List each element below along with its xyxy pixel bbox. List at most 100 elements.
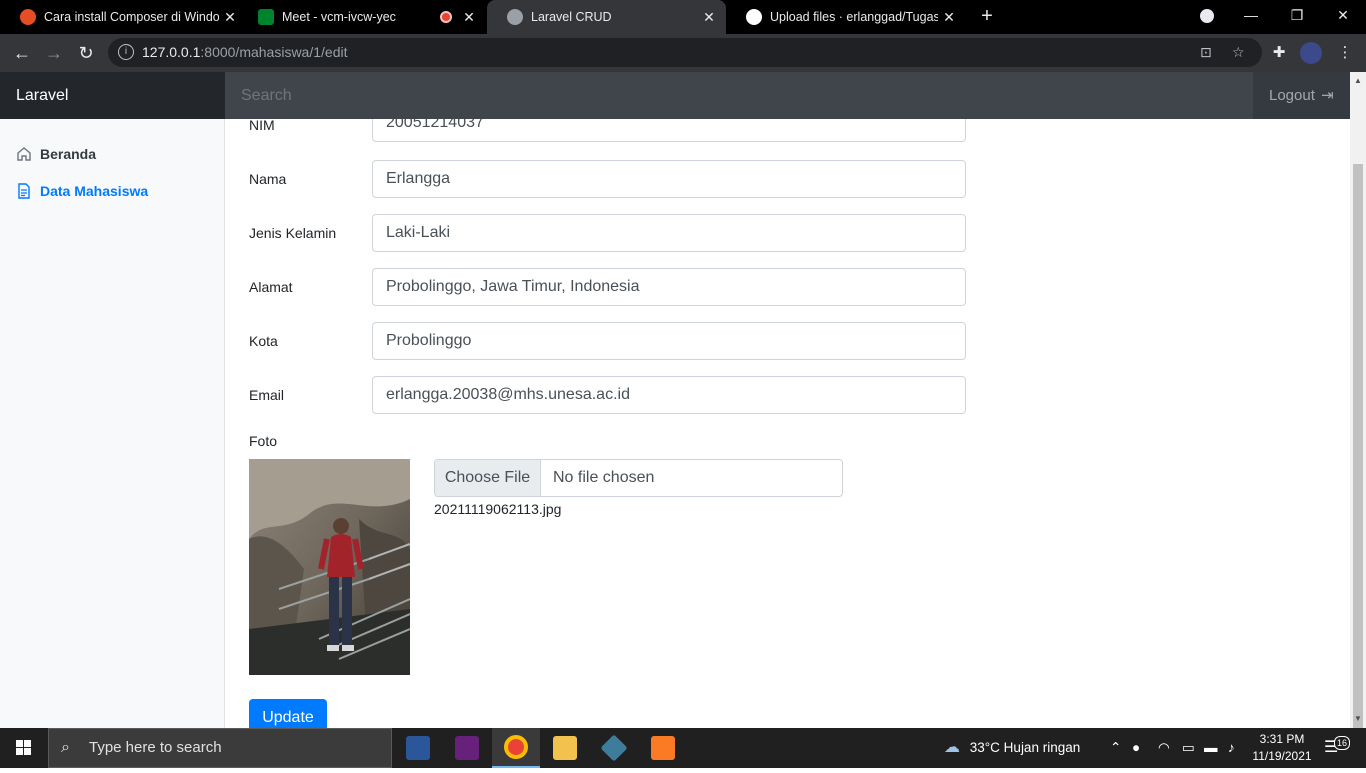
tab-title: Upload files · erlanggad/Tugas-7 <box>770 10 938 24</box>
app-navbar: Laravel Search Logout ⇥ <box>0 72 1350 119</box>
file-explorer-app-icon[interactable] <box>541 728 589 768</box>
wifi-icon[interactable]: ◠ <box>1158 728 1170 768</box>
clock-time: 3:31 PM <box>1259 732 1305 746</box>
volume-icon[interactable]: ♪ <box>1228 728 1235 768</box>
field-label: Nama <box>249 171 287 187</box>
site-info-icon[interactable]: i <box>118 44 134 60</box>
logout-icon: ⇥ <box>1321 87 1334 104</box>
student-photo <box>249 459 410 675</box>
bookmark-star-icon[interactable]: ☆ <box>1232 44 1245 61</box>
github-icon <box>746 9 762 25</box>
tab-title: Cara install Composer di Window <box>44 10 219 24</box>
browser-tab-2[interactable]: Meet - vcm-ivcw-yec ✕ <box>238 0 486 34</box>
form-row-kota: Kota Probolinggo <box>249 322 966 360</box>
close-tab-icon[interactable]: ✕ <box>458 9 480 26</box>
sidebar-item-label: Data Mahasiswa <box>40 183 149 199</box>
field-label: Alamat <box>249 279 293 295</box>
brand-logo[interactable]: Laravel <box>0 72 225 119</box>
kota-input[interactable]: Probolinggo <box>372 322 966 360</box>
show-hidden-icons-icon[interactable]: ⌃ <box>1110 728 1121 768</box>
email-input[interactable]: erlangga.20038@mhs.unesa.ac.id <box>372 376 966 414</box>
clock-date: 11/19/2021 <box>1252 749 1312 763</box>
extensions-icon[interactable]: ✚ <box>1268 42 1290 64</box>
form-row-nama: Nama Erlangga <box>249 160 966 198</box>
file-status: No file chosen <box>553 469 655 486</box>
current-filename: 20211119062113.jpg <box>434 501 562 517</box>
sidebar-item-label: Beranda <box>40 146 97 162</box>
weather-text: 33°C Hujan ringan <box>969 740 1081 755</box>
form-row-nim: NIM 20051214037 <box>249 119 966 142</box>
taskbar-search-placeholder: Type here to search <box>89 739 222 756</box>
browser-tab-1[interactable]: Cara install Composer di Window ✕ <box>0 0 247 34</box>
file-input[interactable]: Choose File No file chosen <box>434 459 843 497</box>
field-label: NIM <box>249 119 275 133</box>
address-bar[interactable]: i 127.0.0.1:8000/mahasiswa/1/edit ⊡ ☆ <box>108 38 1262 67</box>
word-app-icon[interactable] <box>394 728 442 768</box>
back-icon[interactable]: ← <box>10 41 34 65</box>
nama-input[interactable]: Erlangga <box>372 160 966 198</box>
foto-label: Foto <box>249 433 278 449</box>
form-row-alamat: Alamat Probolinggo, Jawa Timur, Indonesi… <box>249 268 966 306</box>
windows-start-button[interactable] <box>0 728 48 768</box>
sidebar-item-data-mahasiswa[interactable]: Data Mahasiswa <box>16 183 148 199</box>
browser-tab-3[interactable]: Laravel CRUD ✕ <box>487 0 726 34</box>
jenis-kelamin-input[interactable]: Laki-Laki <box>372 214 966 252</box>
forward-icon[interactable]: → <box>42 41 66 65</box>
visual-studio-app-icon[interactable] <box>443 728 491 768</box>
scroll-down-icon[interactable]: ▼ <box>1354 714 1362 723</box>
j-orange-icon <box>20 9 36 25</box>
logout-link[interactable]: Logout ⇥ <box>1253 72 1350 119</box>
search-icon: ⌕ <box>61 739 70 756</box>
main-content: NIM 20051214037 Nama Erlangga Jenis Kela… <box>226 119 1350 728</box>
nim-input[interactable]: 20051214037 <box>372 119 966 142</box>
update-button[interactable]: Update <box>249 699 327 728</box>
new-tab-button[interactable]: + <box>976 5 998 27</box>
field-label: Kota <box>249 333 278 349</box>
logout-label: Logout <box>1269 87 1315 104</box>
notification-badge: 16 <box>1334 736 1351 750</box>
browser-tab-4[interactable]: Upload files · erlanggad/Tugas-7 ✕ <box>726 0 966 34</box>
windows-logo-icon <box>16 740 31 755</box>
minimize-icon[interactable]: — <box>1228 0 1274 30</box>
form-row-jenis-kelamin: Jenis Kelamin Laki-Laki <box>249 214 966 252</box>
tab-search-icon[interactable] <box>1184 0 1230 30</box>
translate-icon[interactable]: ⊡ <box>1200 44 1212 61</box>
close-tab-icon[interactable]: ✕ <box>938 9 960 26</box>
field-label: Email <box>249 387 285 403</box>
xampp-app-icon[interactable] <box>639 728 687 768</box>
browser-toolbar: ← → ↻ i 127.0.0.1:8000/mahasiswa/1/edit … <box>0 34 1366 72</box>
choose-file-button[interactable]: Choose File <box>435 460 541 496</box>
scroll-thumb[interactable] <box>1353 164 1363 737</box>
git-app-icon[interactable] <box>590 728 638 768</box>
page-scrollbar[interactable]: ▲ ▼ <box>1350 72 1366 737</box>
menu-icon[interactable]: ⋮ <box>1334 42 1356 64</box>
cloud-icon: ☁ <box>944 739 960 756</box>
globe-icon <box>507 9 523 25</box>
chrome-app-icon[interactable] <box>492 728 540 768</box>
system-clock[interactable]: 3:31 PM 11/19/2021 <box>1248 731 1316 765</box>
sidebar-item-beranda[interactable]: Beranda <box>16 146 96 162</box>
form-row-email: Email erlangga.20038@mhs.unesa.ac.id <box>249 376 966 414</box>
taskbar-search-input[interactable]: ⌕ Type here to search <box>48 728 392 768</box>
profile-avatar[interactable] <box>1300 42 1322 64</box>
scroll-up-icon[interactable]: ▲ <box>1354 76 1362 85</box>
notification-center-icon[interactable]: ☰ 16 <box>1324 728 1351 768</box>
tab-title: Laravel CRUD <box>531 10 612 24</box>
weather-widget[interactable]: ☁ 33°C Hujan ringan <box>944 728 1080 768</box>
reload-icon[interactable]: ↻ <box>74 41 98 65</box>
alamat-input[interactable]: Probolinggo, Jawa Timur, Indonesia <box>372 268 966 306</box>
browser-tab-strip: Cara install Composer di Window ✕ Meet -… <box>0 0 1366 34</box>
network-globe-icon[interactable]: ● <box>1132 728 1140 768</box>
close-tab-icon[interactable]: ✕ <box>698 9 720 26</box>
restore-icon[interactable]: ❐ <box>1274 0 1320 30</box>
meet-now-icon[interactable]: ▭ <box>1182 728 1195 768</box>
home-icon <box>17 147 31 161</box>
url-text: 127.0.0.1:8000/mahasiswa/1/edit <box>142 44 348 60</box>
search-input[interactable]: Search <box>225 72 1253 119</box>
battery-icon[interactable]: ▬ <box>1204 728 1218 768</box>
close-window-icon[interactable]: ✕ <box>1320 0 1366 30</box>
field-label: Jenis Kelamin <box>249 225 337 241</box>
sidebar: Beranda Data Mahasiswa <box>0 119 225 728</box>
windows-taskbar: ⌕ Type here to search ☁ 33°C Hujan ringa… <box>0 728 1366 768</box>
recording-icon <box>440 11 452 23</box>
